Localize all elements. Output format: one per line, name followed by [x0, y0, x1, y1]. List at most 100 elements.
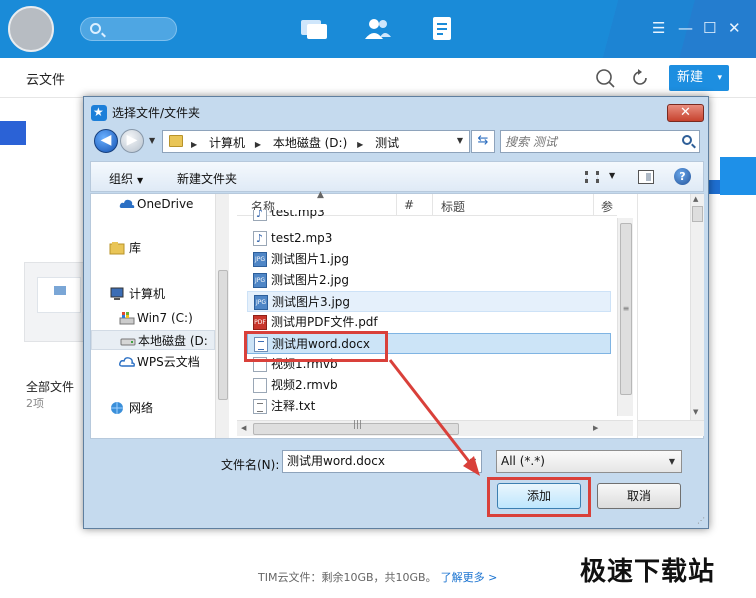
refresh-icon[interactable]: [630, 68, 650, 88]
tree-item-label: OneDrive: [137, 197, 194, 211]
network-icon: [111, 402, 123, 414]
file-row[interactable]: test2.mp3: [247, 228, 611, 249]
breadcrumb-computer[interactable]: 计算机: [209, 136, 245, 150]
chevron-down-icon[interactable]: ▼: [609, 171, 615, 180]
highlight-box-file: [244, 331, 388, 362]
scrollbar-grip-icon: ≡: [622, 304, 630, 313]
image-file-icon: JPG: [253, 252, 267, 267]
forward-button[interactable]: ▶: [120, 129, 144, 153]
view-options-icon[interactable]: [585, 171, 599, 183]
tree-item-computer[interactable]: 计算机: [91, 284, 215, 304]
decorative-block: [708, 180, 720, 194]
file-row[interactable]: JPG 测试图片3.jpg: [247, 291, 611, 312]
storage-text: TIM云文件：剩余10GB，共10GB。: [258, 571, 437, 584]
breadcrumb-separator[interactable]: ▶: [255, 140, 261, 149]
resize-grip-icon[interactable]: ⋰: [697, 516, 705, 525]
arrow-down-icon[interactable]: ▼: [693, 408, 698, 416]
file-list-horizontal-scrollbar[interactable]: ◀ ||| ▶: [237, 420, 633, 436]
folder-label[interactable]: 全部文件: [26, 378, 74, 395]
dialog-close-button[interactable]: ✕: [667, 104, 704, 122]
breadcrumb-test[interactable]: 测试: [375, 136, 399, 150]
file-row[interactable]: 注释.txt: [247, 396, 611, 417]
library-icon: [109, 242, 125, 255]
image-file-icon: JPG: [254, 295, 268, 310]
chevron-down-icon[interactable]: ▼: [457, 136, 463, 145]
dialog-title-text: 选择文件/文件夹: [112, 106, 201, 120]
drive-c-icon: [119, 312, 135, 325]
preview-pane-icon[interactable]: [638, 170, 654, 184]
search-input[interactable]: [505, 133, 675, 150]
address-bar[interactable]: ▶ 计算机 ▶ 本地磁盘 (D:) ▶ 测试 ▼: [162, 130, 470, 153]
app-icon: [91, 104, 107, 121]
file-type-filter[interactable]: All (*.*) ▼: [496, 450, 682, 473]
document-thumbnail-icon: [37, 277, 81, 313]
chevron-down-icon: ▼: [668, 457, 675, 466]
cancel-button[interactable]: 取消: [597, 483, 681, 509]
scrollbar-thumb[interactable]: [218, 270, 228, 400]
folder-card[interactable]: [24, 262, 84, 342]
tree-item-label: Win7 (C:): [137, 311, 193, 325]
tree-item-local-disk-d[interactable]: 本地磁盘 (D:: [91, 330, 215, 350]
app-search-box[interactable]: [80, 17, 177, 41]
arrow-right-icon[interactable]: ▶: [593, 424, 598, 432]
contacts-icon[interactable]: [363, 15, 393, 43]
image-file-icon: JPG: [253, 273, 267, 288]
chevron-down-icon[interactable]: ▼: [470, 451, 476, 472]
tree-item-win7-c[interactable]: Win7 (C:): [91, 308, 215, 328]
tree-item-wps-cloud[interactable]: WPS云文档: [91, 352, 215, 372]
cloud-files-icon[interactable]: [428, 15, 458, 43]
help-icon[interactable]: ?: [674, 168, 691, 185]
organize-menu[interactable]: 组织 ▼: [109, 170, 143, 187]
file-row[interactable]: JPG 测试图片2.jpg: [247, 270, 611, 291]
breadcrumb-separator[interactable]: ▶: [357, 140, 363, 149]
file-name: 测试图片2.jpg: [271, 273, 350, 287]
dialog-search-box: [500, 130, 700, 153]
file-row[interactable]: 视频2.rmvb: [247, 375, 611, 396]
new-button-label: 新建: [677, 70, 704, 85]
avatar[interactable]: [8, 6, 54, 52]
preview-horizontal-scrollbar[interactable]: [638, 420, 704, 436]
breadcrumb-drive-d[interactable]: 本地磁盘 (D:): [273, 136, 347, 150]
scrollbar-thumb[interactable]: [692, 206, 703, 222]
breadcrumb-separator[interactable]: ▶: [191, 140, 197, 149]
file-list-vertical-scrollbar[interactable]: ≡: [617, 218, 633, 416]
tree-item-onedrive[interactable]: OneDrive: [91, 194, 215, 214]
tree-item-label: WPS云文档: [137, 355, 200, 369]
learn-more-link[interactable]: 了解更多 >: [441, 571, 498, 584]
chat-icon[interactable]: [299, 15, 329, 43]
drive-d-icon: [120, 338, 136, 346]
file-row[interactable]: test.mp3: [247, 210, 611, 224]
filename-input[interactable]: 测试用word.docx ▼: [282, 450, 482, 473]
audio-file-icon: [253, 228, 267, 249]
new-folder-button[interactable]: 新建文件夹: [177, 170, 237, 187]
tree-item-network[interactable]: 网络: [91, 398, 215, 418]
file-row[interactable]: JPG 测试图片1.jpg: [247, 249, 611, 270]
breadcrumb: ▶ 计算机 ▶ 本地磁盘 (D:) ▶ 测试: [191, 134, 405, 151]
search-icon[interactable]: [595, 68, 615, 88]
back-button[interactable]: ◀: [94, 129, 118, 153]
page-title: 云文件: [26, 73, 66, 88]
recent-locations-dropdown[interactable]: ▼: [149, 136, 155, 145]
folder-count: 2项: [26, 397, 44, 410]
organize-label: 组织: [109, 172, 134, 186]
menu-icon[interactable]: ☰: [652, 20, 665, 36]
dialog-toolbar: 组织 ▼ 新建文件夹 ▼ ?: [90, 161, 704, 192]
computer-icon: [110, 287, 124, 300]
refresh-button[interactable]: ⇆: [471, 130, 495, 153]
file-list: ▲ 名称 # 标题 参 test.mp3 test2.mp3 JPG 测试图片1…: [237, 190, 635, 438]
maximize-icon[interactable]: ☐: [703, 20, 716, 36]
highlight-box-add: [487, 477, 591, 517]
new-button[interactable]: 新建 ▾: [669, 65, 729, 91]
arrow-left-icon[interactable]: ◀: [241, 424, 246, 432]
tree-item-library[interactable]: 库: [91, 238, 215, 258]
file-row[interactable]: PDF 测试用PDF文件.pdf: [247, 312, 611, 333]
app-header: ☰ — ☐ ✕: [0, 0, 756, 58]
video-file-icon: [253, 378, 267, 393]
search-icon[interactable]: [682, 135, 692, 145]
close-icon[interactable]: ✕: [728, 20, 741, 36]
arrow-up-icon[interactable]: ▲: [693, 195, 698, 203]
preview-vertical-scrollbar[interactable]: ▲ ▼: [690, 194, 704, 420]
minimize-icon[interactable]: —: [678, 20, 693, 36]
tree-scrollbar[interactable]: [215, 194, 229, 438]
wps-cloud-icon: [119, 357, 135, 367]
